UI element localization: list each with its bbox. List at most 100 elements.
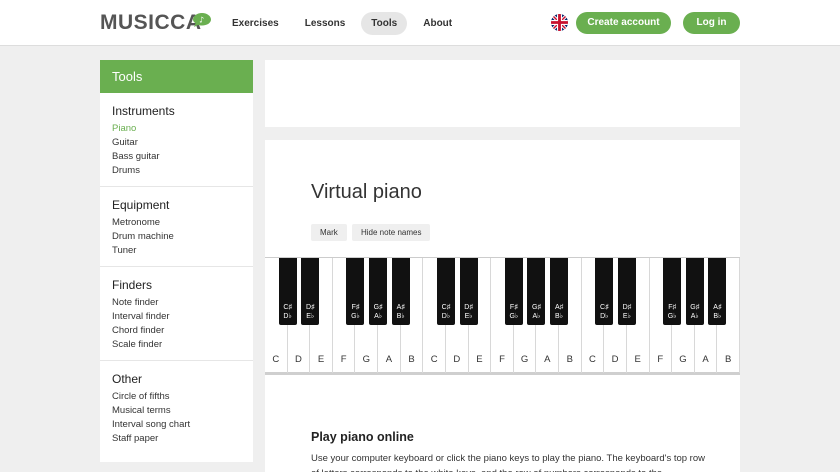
white-key-label: A [385, 354, 393, 365]
black-key[interactable]: G♯ A♭ [527, 258, 546, 325]
nav-exercises[interactable]: Exercises [222, 12, 289, 35]
nav-about[interactable]: About [413, 12, 462, 35]
logo-text: MUSICCA [100, 11, 202, 34]
svg-text:♪: ♪ [199, 16, 204, 25]
black-key-flat: B♭ [396, 313, 405, 320]
black-key-label: F♯ G♭ [505, 303, 523, 321]
black-key[interactable]: G♯ A♭ [685, 258, 704, 325]
black-key-flat: G♭ [509, 313, 519, 320]
top-header: MUSICCA ♪ Exercises Lessons Tools About Cre… [0, 0, 840, 46]
sidebar-link-metronome[interactable]: Metronome [112, 216, 241, 230]
black-key[interactable]: G♯ A♭ [369, 258, 388, 325]
sidebar-link-piano[interactable]: Piano [112, 122, 241, 136]
black-key-sharp: G♯ [373, 304, 383, 311]
sidebar-link-drums[interactable]: Drums [112, 164, 241, 178]
sidebar-link-scale-finder[interactable]: Scale finder [112, 338, 241, 352]
black-key-flat: G♭ [351, 313, 360, 320]
sidebar-link-interval-finder[interactable]: Interval finder [112, 310, 241, 324]
sidebar-link-staff-paper[interactable]: Staff paper [112, 432, 241, 446]
black-key[interactable]: D♯ E♭ [459, 258, 478, 325]
black-key-label: D♯ E♭ [618, 303, 636, 321]
sidebar-link-drum-machine[interactable]: Drum machine [112, 230, 241, 244]
sidebar-section-instruments: Instruments Piano Guitar Bass guitar Drums [100, 93, 253, 187]
black-key-label: A♯ B♭ [550, 303, 568, 321]
black-key[interactable]: A♯ B♭ [550, 258, 569, 325]
black-key-sharp: C♯ [441, 304, 451, 311]
black-key-flat: B♭ [713, 313, 722, 320]
sidebar-section-finders: Finders Note finder Interval finder Chord f… [100, 267, 253, 361]
white-key-label: G [520, 354, 529, 365]
sidebar-link-interval-song-chart[interactable]: Interval song chart [112, 418, 241, 432]
white-key-label: B [408, 354, 415, 365]
sidebar-link-tuner[interactable]: Tuner [112, 244, 241, 258]
white-key-label: D [294, 354, 302, 365]
white-key-label: E [317, 354, 325, 365]
white-key-label: G [679, 354, 687, 365]
black-key-flat: A♭ [532, 313, 541, 320]
hide-note-names-button[interactable]: Hide note names [352, 224, 431, 241]
black-key[interactable]: F♯ G♭ [663, 258, 682, 325]
nav-lessons[interactable]: Lessons [295, 12, 356, 35]
black-key[interactable]: C♯ D♭ [595, 258, 614, 325]
black-key-label: D♯ E♭ [460, 303, 478, 321]
white-key-label: C [272, 354, 280, 365]
sidebar-section-title: Instruments [112, 104, 175, 118]
black-key[interactable]: F♯ G♭ [504, 258, 523, 325]
black-key-sharp: G♯ [531, 304, 541, 311]
sidebar-title: Tools [100, 60, 253, 93]
white-key-label: C [589, 354, 596, 365]
black-key-sharp: F♯ [351, 304, 360, 311]
nav-tools[interactable]: Tools [361, 12, 408, 35]
uk-flag-icon[interactable] [551, 14, 568, 31]
white-key-label: A [544, 354, 551, 365]
black-key-sharp: A♯ [554, 304, 564, 311]
black-key[interactable]: A♯ B♭ [708, 258, 727, 325]
musicca-logo[interactable]: MUSICCA ♪ [100, 11, 211, 35]
white-key-label: D [453, 354, 461, 365]
black-key-sharp: C♯ [600, 304, 609, 311]
login-button[interactable]: Log in [683, 12, 740, 34]
black-key-sharp: A♯ [713, 304, 722, 311]
speech-bubble-logo-icon: ♪ [193, 13, 211, 27]
black-key-flat: A♭ [690, 313, 699, 320]
black-key[interactable]: D♯ E♭ [301, 258, 320, 325]
sidebar-section-other: Other Circle of fifths Musical terms Interv… [100, 361, 253, 454]
white-key-label: F [340, 354, 347, 365]
sidebar-link-circle-of-fifths[interactable]: Circle of fifths [112, 390, 241, 404]
sidebar-link-chord-finder[interactable]: Chord finder [112, 324, 241, 338]
mark-button[interactable]: Mark [311, 224, 347, 241]
white-key-label: A [702, 354, 709, 365]
sidebar-link-musical-terms[interactable]: Musical terms [112, 404, 241, 418]
white-key-label: B [566, 354, 574, 365]
white-key-label: F [657, 354, 664, 365]
black-key[interactable]: A♯ B♭ [391, 258, 410, 325]
black-key-flat: D♭ [600, 313, 609, 320]
sidebar-link-note-finder[interactable]: Note finder [112, 296, 241, 310]
sidebar-link-guitar[interactable]: Guitar [112, 136, 241, 150]
black-key-label: G♯ A♭ [686, 303, 704, 321]
black-key-flat: G♭ [667, 313, 677, 320]
main-nav: Exercises Lessons Tools About [222, 12, 462, 35]
black-key-flat: E♭ [622, 313, 631, 320]
black-key[interactable]: C♯ D♭ [278, 258, 297, 325]
black-key-label: C♯ D♭ [437, 303, 455, 321]
section-heading: Play piano online [311, 430, 414, 444]
white-key-label: E [476, 354, 483, 365]
white-key-label: D [611, 354, 619, 365]
white-key-label: E [634, 354, 641, 365]
black-key-sharp: F♯ [509, 304, 518, 311]
sidebar-link-bass-guitar[interactable]: Bass guitar [112, 150, 241, 164]
black-key-label: G♯ A♭ [527, 303, 545, 321]
black-key[interactable]: C♯ D♭ [436, 258, 455, 325]
black-key[interactable]: D♯ E♭ [617, 258, 636, 325]
black-key-flat: D♭ [441, 313, 451, 320]
white-key-label: B [725, 354, 732, 365]
black-key-sharp: A♯ [396, 304, 405, 311]
create-account-button[interactable]: Create account [576, 12, 671, 34]
black-key[interactable]: F♯ G♭ [346, 258, 365, 325]
piano-keyboard: C D E F G A B C D E F G A B C D E F G A B C♯ D♭ D♯ E♭ F♯ G♭ G♯ A♭ A♯ B… [265, 257, 740, 375]
sidebar-section-title: Other [112, 372, 143, 386]
black-key-label: G♯ A♭ [369, 303, 387, 321]
black-key-label: C♯ D♭ [279, 303, 297, 321]
main-content: Virtual piano Mark Hide note names C D E F G… [265, 140, 740, 472]
